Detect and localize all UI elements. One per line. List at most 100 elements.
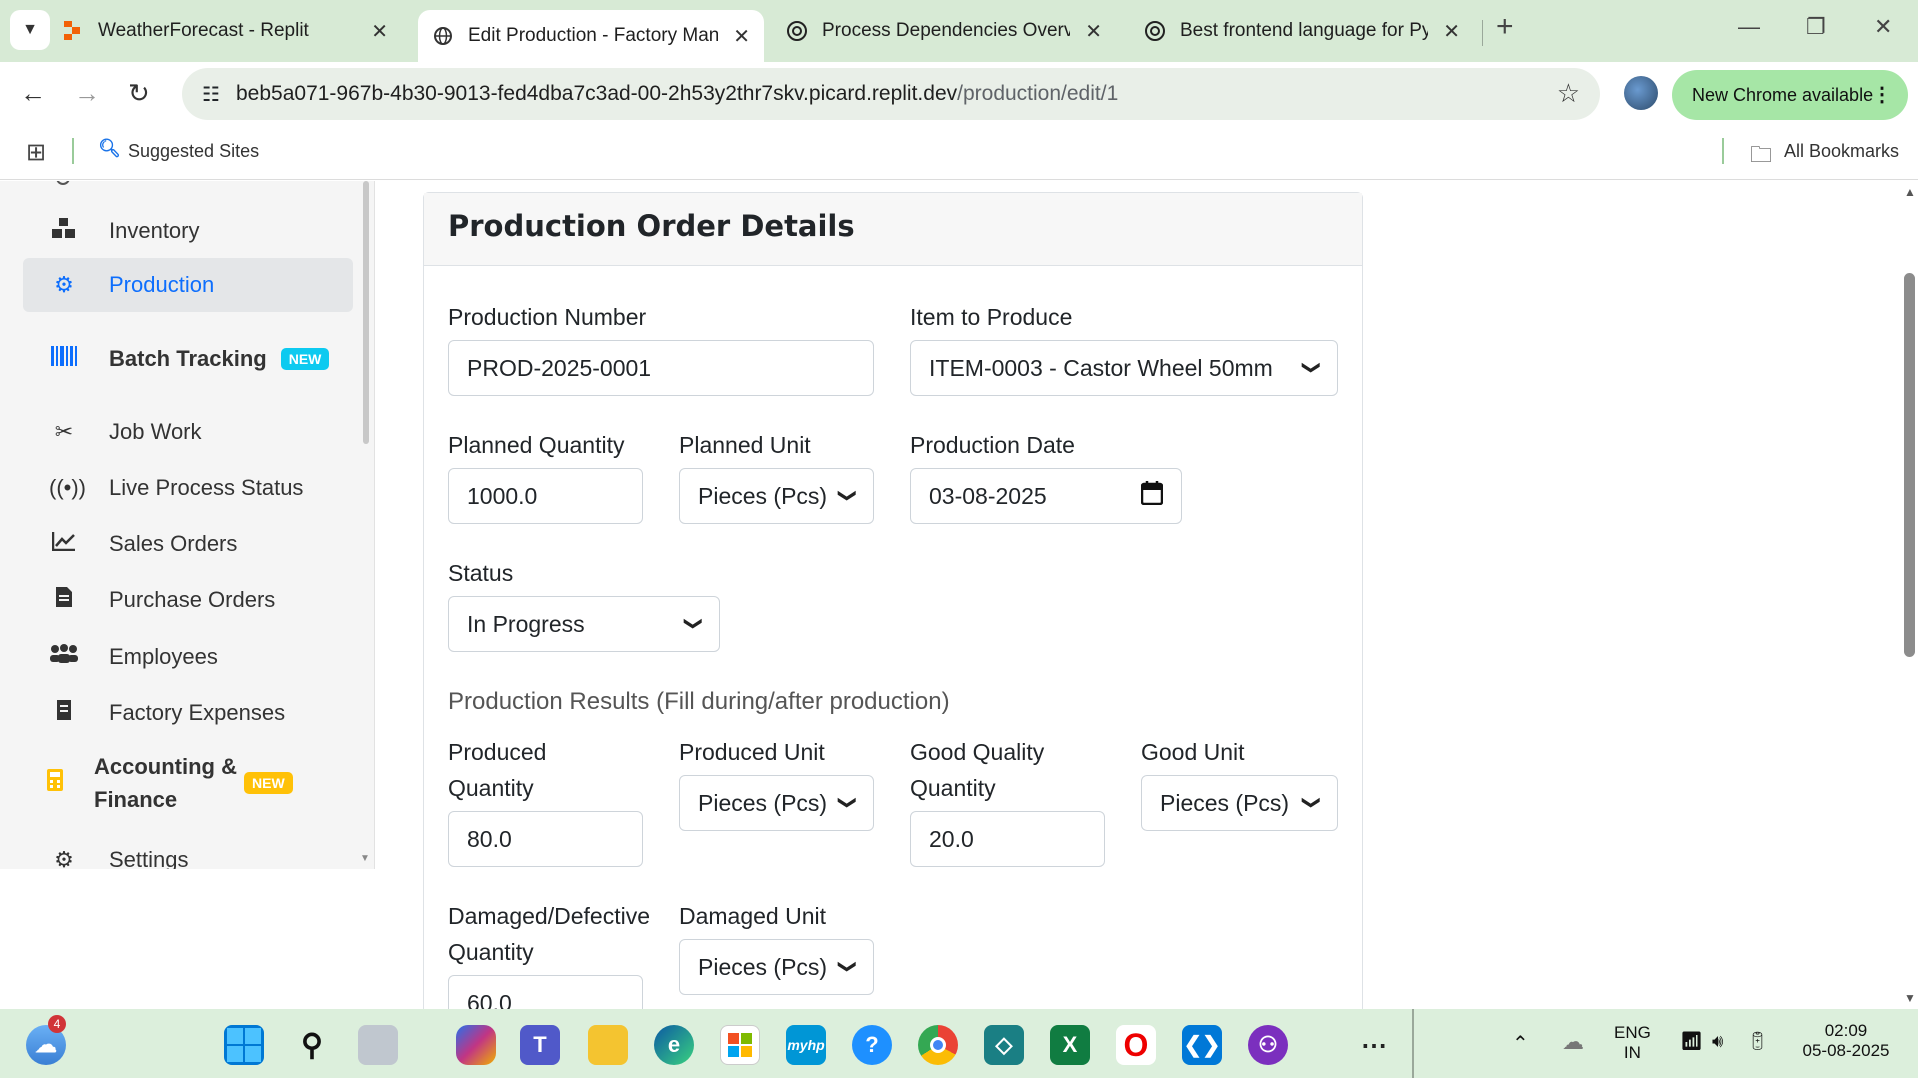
scroll-down-icon[interactable]: ▼ — [1904, 991, 1916, 1005]
file-explorer-icon[interactable] — [588, 1025, 628, 1065]
apps-grid-icon[interactable]: ⊞ — [26, 138, 46, 167]
good-unit-select[interactable]: Pieces (Pcs) ❯ — [1141, 775, 1338, 831]
tab-process-dependencies[interactable]: Process Dependencies Overview ✕ — [786, 10, 1116, 52]
edge-icon[interactable]: e — [654, 1025, 694, 1065]
url-text: beb5a071-967b-4b30-9013-fed4dba7c3ad-00-… — [236, 82, 1119, 105]
close-icon[interactable]: ✕ — [1085, 19, 1102, 44]
production-number-input[interactable]: PROD-2025-0001 — [448, 340, 874, 396]
more-vert-icon[interactable]: ⋮ — [1872, 82, 1892, 107]
tab-weatherforecast[interactable]: WeatherForecast - Replit ✕ — [62, 10, 402, 52]
sidebar-item-sales-orders[interactable]: Sales Orders — [23, 517, 353, 571]
sidebar-item-employees[interactable]: Employees — [23, 630, 353, 684]
profile-avatar[interactable] — [1624, 76, 1658, 110]
github-icon[interactable]: ⚇ — [1248, 1025, 1288, 1065]
damaged-quantity-label: Damaged/Defective Quantity — [448, 903, 650, 965]
myhp-icon[interactable]: myhp — [786, 1025, 826, 1065]
sidebar-item-batch-tracking[interactable]: Batch Tracking NEW — [23, 332, 353, 386]
bookmark-star-icon[interactable]: ☆ — [1557, 78, 1580, 109]
excel-icon[interactable]: X — [1050, 1025, 1090, 1065]
close-icon[interactable]: ✕ — [371, 19, 388, 44]
task-view-icon[interactable] — [358, 1025, 398, 1065]
sidebar-scrollbar[interactable] — [363, 181, 369, 444]
copilot-icon[interactable] — [456, 1025, 496, 1065]
onedrive-icon[interactable]: ☁ — [1562, 1029, 1584, 1055]
close-icon[interactable]: ✕ — [733, 24, 750, 49]
chevron-up-icon[interactable]: ⌃ — [1512, 1031, 1529, 1056]
suggested-sites-link[interactable]: Suggested Sites — [128, 141, 259, 162]
bookmark-divider — [72, 138, 74, 164]
tab-search-button[interactable]: ▼ — [10, 10, 50, 50]
close-icon[interactable]: ✕ — [1443, 19, 1460, 44]
item-to-produce-select[interactable]: ITEM-0003 - Castor Wheel 50mm ❯ — [910, 340, 1338, 396]
windows-start-icon[interactable] — [224, 1025, 264, 1065]
page-scrollbar[interactable]: ▲ ▼ — [1902, 181, 1918, 1009]
windows-taskbar: ☁ 4 ⚲ T e myhp ? ◇ X O ❮❯ ⚇ ⋯ ⌃ ☁ ENG IN … — [0, 1009, 1918, 1078]
app-icon[interactable]: ◇ — [984, 1025, 1024, 1065]
sidebar-item-inventory[interactable]: Inventory — [23, 204, 353, 258]
wifi-icon[interactable]: 📶︎ — [1680, 1031, 1703, 1052]
production-order-card: Production Order Details Production Numb… — [423, 192, 1363, 1032]
planned-quantity-input[interactable]: 1000.0 — [448, 468, 643, 524]
sidebar-item-live-process-status[interactable]: ((•)) Live Process Status — [23, 461, 353, 515]
gears-icon: ⚙ — [54, 272, 74, 297]
chrome-icon[interactable] — [918, 1025, 958, 1065]
teams-icon[interactable]: T — [520, 1025, 560, 1065]
new-badge: NEW — [280, 348, 330, 370]
more-apps-icon[interactable]: ⋯ — [1354, 1025, 1394, 1065]
sidebar-item-purchase-orders[interactable]: Purchase Orders — [23, 573, 353, 627]
help-icon[interactable]: ? — [852, 1025, 892, 1065]
scrollbar-thumb[interactable] — [1904, 273, 1915, 657]
production-number-label: Production Number — [448, 304, 647, 330]
produced-quantity-label: Produced Quantity — [448, 739, 547, 801]
restore-icon[interactable]: ❐ — [1806, 14, 1826, 40]
language-indicator[interactable]: ENG IN — [1614, 1023, 1651, 1063]
replit-icon — [62, 20, 84, 42]
broadcast-icon: ((•)) — [49, 475, 87, 500]
tab-edit-production[interactable]: Edit Production - Factory Manag ✕ — [418, 10, 764, 62]
tab-best-frontend[interactable]: Best frontend language for Pyth ✕ — [1144, 10, 1474, 52]
reload-icon[interactable]: ↻ — [128, 78, 150, 109]
good-unit-label: Good Unit — [1141, 739, 1245, 765]
sidebar-item-factory-expenses[interactable]: Factory Expenses — [23, 686, 353, 740]
scroll-down-icon[interactable]: ▼ — [360, 853, 370, 864]
clock[interactable]: 02:09 05-08-2025 — [1796, 1021, 1896, 1061]
search-icon[interactable]: ⚲ — [292, 1025, 332, 1065]
address-bar[interactable]: ☷ beb5a071-967b-4b30-9013-fed4dba7c3ad-0… — [182, 68, 1600, 120]
sidebar-item-accounting-finance[interactable]: Accounting & Finance NEW — [14, 748, 344, 818]
battery-icon[interactable]: 🔋︎ — [1746, 1031, 1769, 1052]
receipt-icon — [49, 699, 79, 727]
production-date-input[interactable]: 03-08-2025 — [910, 468, 1182, 524]
sidebar-item-job-work[interactable]: ✂ Job Work — [23, 405, 353, 459]
status-select[interactable]: In Progress ❯ — [448, 596, 720, 652]
notification-badge: 4 — [48, 1015, 66, 1033]
sidebar-item-production[interactable]: ⚙ Production — [23, 258, 353, 312]
all-bookmarks-link[interactable]: All Bookmarks — [1784, 141, 1899, 162]
chatgpt-icon — [786, 20, 808, 42]
produced-unit-label: Produced Unit — [679, 739, 825, 765]
site-info-icon[interactable]: ☷ — [202, 82, 220, 107]
planned-unit-select[interactable]: Pieces (Pcs) ❯ — [679, 468, 874, 524]
forward-arrow-icon[interactable]: → — [74, 78, 100, 109]
new-tab-icon[interactable]: + — [1496, 10, 1514, 44]
produced-unit-select[interactable]: Pieces (Pcs) ❯ — [679, 775, 874, 831]
calculator-icon — [40, 768, 70, 798]
sidebar: Inventory ⚙ Production Batch Tracking NE… — [0, 181, 375, 869]
planned-quantity-label: Planned Quantity — [448, 432, 625, 458]
volume-icon[interactable]: 🔊︎ — [1712, 1031, 1723, 1052]
card-title: Production Order Details — [424, 193, 1362, 266]
damaged-unit-select[interactable]: Pieces (Pcs) ❯ — [679, 939, 874, 995]
new-chrome-available-button[interactable]: New Chrome available ⋮ — [1672, 70, 1908, 120]
scroll-up-icon[interactable]: ▲ — [1904, 185, 1916, 199]
store-icon[interactable] — [720, 1025, 760, 1065]
produced-quantity-input[interactable]: 80.0 — [448, 811, 643, 867]
opera-icon[interactable]: O — [1116, 1025, 1156, 1065]
bookmark-divider — [1722, 138, 1724, 164]
vscode-icon[interactable]: ❮❯ — [1182, 1025, 1222, 1065]
minimize-icon[interactable]: — — [1738, 14, 1760, 40]
window-close-icon[interactable]: ✕ — [1874, 14, 1892, 40]
calendar-icon[interactable] — [1140, 481, 1164, 511]
sidebar-item-settings[interactable]: ⚙ Settings — [23, 833, 353, 869]
back-arrow-icon[interactable]: ← — [20, 78, 46, 109]
good-quality-quantity-input[interactable]: 20.0 — [910, 811, 1105, 867]
page-content: Inventory ⚙ Production Batch Tracking NE… — [0, 181, 1918, 1032]
